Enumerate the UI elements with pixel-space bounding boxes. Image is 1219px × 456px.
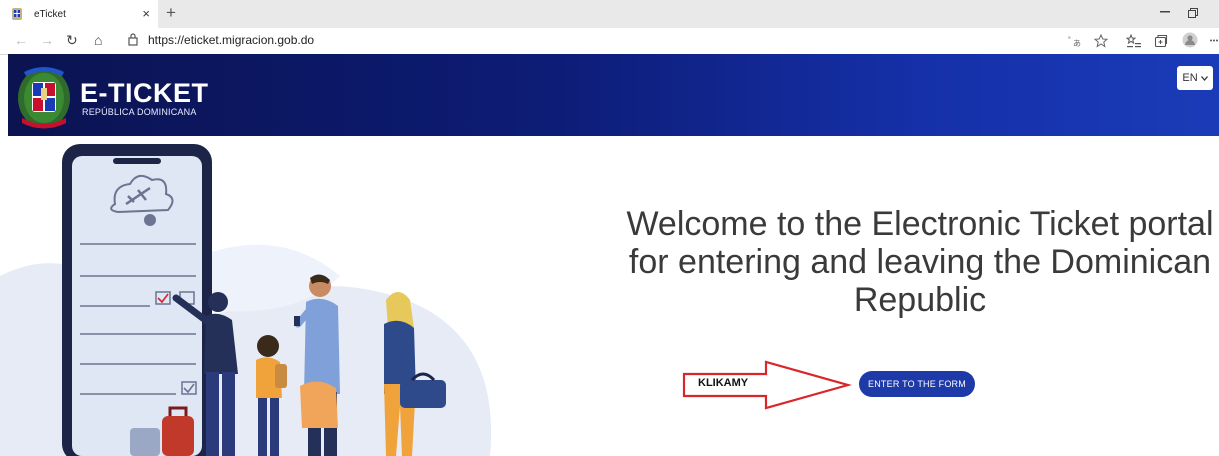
- chevron-down-icon: [1200, 75, 1208, 81]
- site-header: E-TICKET REPÚBLICA DOMINICANA EN: [8, 54, 1219, 136]
- welcome-line-2: for entering and leaving the Dominican: [628, 243, 1212, 281]
- welcome-heading: Welcome to the Electronic Ticket portal …: [600, 205, 1219, 319]
- browser-tab[interactable]: eTicket ×: [0, 0, 158, 28]
- svg-text:あ: あ: [1073, 39, 1081, 48]
- language-selector[interactable]: EN: [1177, 66, 1213, 90]
- translate-icon[interactable]: ᵃ あ: [1068, 34, 1082, 48]
- tab-title: eTicket: [34, 8, 66, 20]
- annotation-label: KLIKAMY: [698, 377, 749, 389]
- back-icon[interactable]: ←: [14, 32, 28, 48]
- tab-close-icon[interactable]: ×: [142, 6, 150, 21]
- url-field[interactable]: https://eticket.migracion.gob.do: [148, 33, 314, 47]
- restore-icon[interactable]: [1188, 8, 1198, 18]
- favorites-icon[interactable]: [1126, 34, 1142, 48]
- coat-of-arms-favicon-icon: [12, 8, 22, 20]
- welcome-line-3: Republic: [853, 281, 987, 319]
- browser-tab-bar: eTicket × +: [0, 0, 1219, 28]
- welcome-line-1: Welcome to the Electronic Ticket portal: [626, 205, 1214, 243]
- brand-title: E-TICKET: [80, 78, 209, 108]
- brand-subtitle: REPÚBLICA DOMINICANA: [82, 107, 197, 117]
- svg-text:ᵃ: ᵃ: [1068, 35, 1071, 43]
- new-tab-icon[interactable]: +: [166, 3, 176, 23]
- coat-of-arms-logo: [18, 67, 70, 129]
- address-bar: ← → ↻ ⌂ https://eticket.migracion.gob.do…: [0, 28, 1219, 55]
- star-icon[interactable]: [1094, 34, 1108, 48]
- more-icon[interactable]: [1210, 39, 1218, 42]
- lock-icon[interactable]: [128, 33, 138, 46]
- enter-form-button[interactable]: ENTER TO THE FORM: [859, 371, 975, 397]
- travelers-illustration: [0, 144, 492, 456]
- collections-icon[interactable]: [1154, 34, 1168, 48]
- refresh-icon[interactable]: ↻: [66, 32, 78, 49]
- home-icon[interactable]: ⌂: [94, 32, 102, 48]
- forward-icon[interactable]: →: [40, 32, 54, 48]
- language-label: EN: [1182, 72, 1198, 84]
- profile-icon[interactable]: [1182, 32, 1198, 48]
- minimize-icon[interactable]: [1160, 11, 1170, 13]
